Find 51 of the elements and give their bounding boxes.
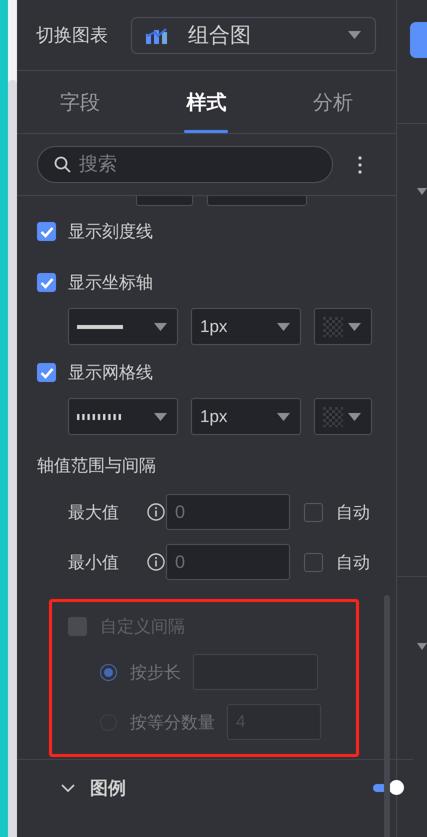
caret-icon [277,412,290,420]
tab[interactable]: 字段 [17,71,144,133]
checkbox-label: 显示网格线 [68,362,153,384]
caret-icon [348,412,361,420]
checkbox-label: 显示坐标轴 [68,272,153,294]
field-label: 最大值 [68,502,120,524]
tab[interactable]: 分析 [270,71,396,133]
info-icon[interactable] [147,503,165,521]
line-style-dropdown[interactable] [68,398,178,435]
caret-icon [277,322,290,330]
caret-icon [348,31,361,39]
line-style-dropdown[interactable] [68,308,178,345]
more-options-icon[interactable] [358,156,362,174]
checkbox[interactable] [37,363,56,382]
checkbox-label: 自动 [336,552,370,574]
chevron-icon[interactable] [61,784,75,792]
section-title: 轴值范围与间隔 [37,455,157,477]
color-swatch [323,406,343,426]
tab[interactable]: 样式 [143,71,270,133]
info-icon[interactable] [147,553,165,571]
line-style-icon [77,324,125,330]
checkbox[interactable] [304,552,323,572]
color-swatch [323,316,343,336]
checkbox-label: 显示刻度线 [68,221,153,243]
input-field[interactable] [193,654,318,690]
line-width-dropdown[interactable]: 1px [191,398,301,435]
search-icon [54,156,71,173]
checkbox[interactable] [37,222,56,241]
checkbox-label: 自动 [336,502,370,524]
caret-icon [417,643,427,650]
chart-switch-label: 切换图表 [36,24,109,47]
field-label: 最小值 [68,552,120,574]
checkbox[interactable] [37,273,56,292]
caret-icon [154,412,167,420]
radio-label: 按步长 [130,662,181,684]
scrollbar-thumb[interactable] [8,80,17,837]
search-field[interactable]: 搜索 [37,146,333,183]
checkbox[interactable] [304,502,323,522]
caret-icon [417,188,427,195]
input-field[interactable]: 0 [166,494,290,530]
radio-label: 按等分数量 [130,712,215,734]
scrollbar-thumb[interactable] [384,595,390,837]
caret-icon [348,322,361,330]
caret-icon [154,322,167,330]
section-title: 图例 [90,777,127,800]
line-width-dropdown[interactable]: 1px [191,308,301,345]
color-dropdown[interactable] [314,398,372,435]
color-dropdown[interactable] [314,308,372,345]
bar-chart-icon [146,26,168,44]
input-field[interactable]: 0 [166,544,290,580]
chart-type-select[interactable]: 组合图 [131,16,376,54]
